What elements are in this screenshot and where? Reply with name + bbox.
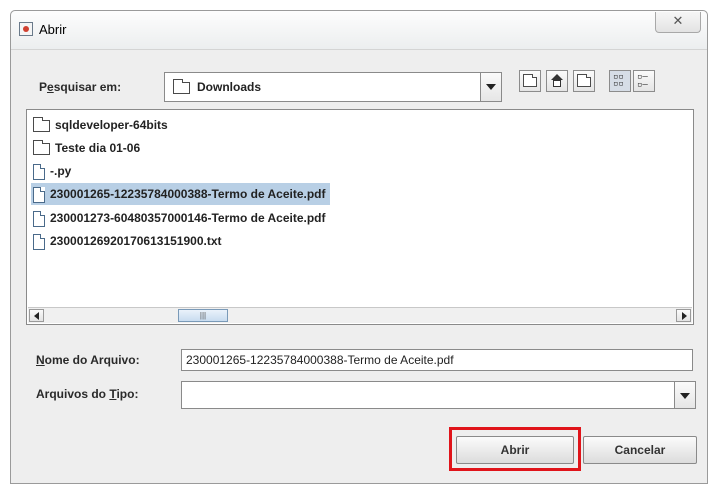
list-item[interactable]: 23000126920170613151900.txt [31, 230, 226, 252]
highlight-box [449, 427, 581, 471]
list-item[interactable]: Teste dia 01-06 [31, 137, 144, 159]
chevron-down-icon[interactable] [674, 382, 695, 408]
look-in-label: Pesquisar em: [39, 80, 122, 94]
scroll-left-icon[interactable] [29, 309, 44, 322]
details-view-button[interactable]: ▫— ▫— [633, 70, 655, 92]
up-folder-icon [523, 74, 537, 87]
list-view-icon: ▫▫ ▫▫ [613, 72, 624, 89]
chevron-down-icon[interactable] [480, 73, 501, 101]
new-folder-icon [577, 74, 591, 87]
close-button[interactable]: ✕ [655, 12, 701, 33]
file-name-input[interactable]: 230001265-12235784000388-Termo de Aceite… [181, 349, 693, 371]
look-in-value: Downloads [197, 80, 262, 94]
scroll-right-icon[interactable] [676, 309, 691, 322]
horizontal-scrollbar[interactable]: ||| [28, 307, 692, 323]
file-icon [33, 186, 45, 203]
close-icon: ✕ [672, 14, 684, 29]
cancel-button[interactable]: Cancelar [583, 436, 697, 464]
folder-icon [33, 139, 50, 155]
list-item-selected[interactable]: 230001265-12235784000388-Termo de Aceite… [31, 183, 330, 205]
java-app-icon [19, 22, 33, 36]
dialog-title: Abrir [39, 22, 67, 37]
list-item[interactable]: sqldeveloper-64bits [31, 114, 172, 136]
list-view-button[interactable]: ▫▫ ▫▫ [609, 70, 631, 92]
details-view-icon: ▫— ▫— [637, 72, 648, 90]
scroll-thumb[interactable]: ||| [178, 309, 228, 322]
file-icon [33, 163, 45, 180]
file-type-combo[interactable] [181, 381, 696, 409]
file-icon [33, 210, 45, 227]
list-item[interactable]: 230001273-60480357000146-Termo de Aceite… [31, 207, 330, 229]
title-bar[interactable]: Abrir ✕ [11, 11, 707, 50]
file-name-label: Nome do Arquivo: [36, 353, 140, 367]
home-button[interactable] [546, 70, 568, 92]
up-one-level-button[interactable] [519, 70, 541, 92]
open-file-dialog: Abrir ✕ Pesquisar em: Downloads ▫▫ ▫▫ ▫— ▫… [10, 10, 708, 484]
list-item[interactable]: -.py [31, 160, 75, 182]
look-in-combo[interactable]: Downloads [164, 72, 502, 102]
new-folder-button[interactable] [573, 70, 595, 92]
file-type-label: Arquivos do Tipo: [36, 387, 139, 401]
file-icon [33, 233, 45, 250]
file-list[interactable]: sqldeveloper-64bits Teste dia 01-06 -.py… [26, 109, 694, 325]
folder-icon [173, 79, 190, 94]
folder-icon [33, 116, 50, 132]
